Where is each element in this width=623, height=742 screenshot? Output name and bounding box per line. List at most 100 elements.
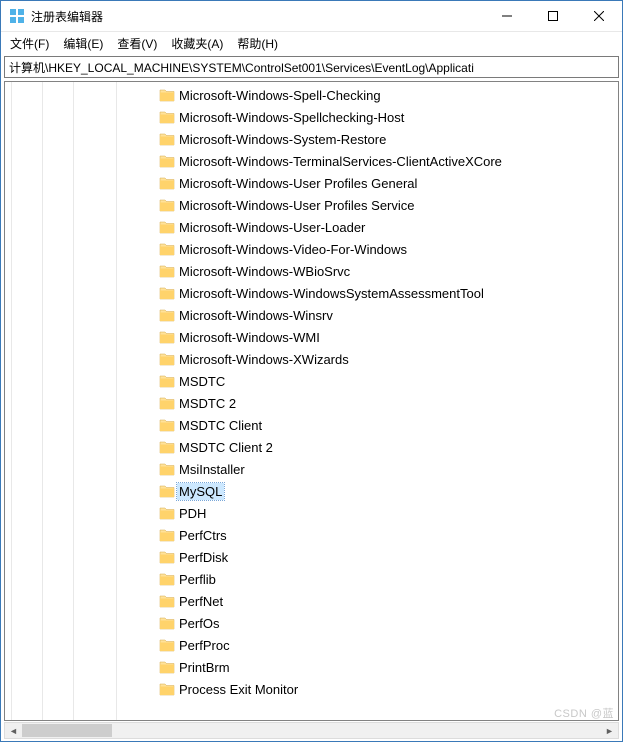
tree-item[interactable]: Microsoft-Windows-XWizards (157, 348, 618, 370)
tree-item[interactable]: MSDTC 2 (157, 392, 618, 414)
tree-item[interactable]: PerfCtrs (157, 524, 618, 546)
tree-item-label: MsiInstaller (177, 461, 247, 478)
tree-item[interactable]: MySQL (157, 480, 618, 502)
folder-icon (159, 660, 175, 674)
folder-icon (159, 198, 175, 212)
address-bar[interactable]: 计算机\HKEY_LOCAL_MACHINE\SYSTEM\ControlSet… (4, 56, 619, 78)
tree-item[interactable]: MSDTC Client 2 (157, 436, 618, 458)
tree-item-label: PerfOs (177, 615, 221, 632)
tree-item[interactable]: Microsoft-Windows-User-Loader (157, 216, 618, 238)
tree-item[interactable]: MSDTC (157, 370, 618, 392)
tree-item[interactable]: Microsoft-Windows-Spellchecking-Host (157, 106, 618, 128)
tree-item[interactable]: PerfDisk (157, 546, 618, 568)
tree-item-label: Microsoft-Windows-User-Loader (177, 219, 367, 236)
folder-icon (159, 418, 175, 432)
tree-item-label: Microsoft-Windows-User Profiles General (177, 175, 419, 192)
minimize-button[interactable] (484, 1, 530, 31)
tree-item-label: MSDTC 2 (177, 395, 238, 412)
tree-item[interactable]: PerfOs (157, 612, 618, 634)
tree-item-label: Microsoft-Windows-Spell-Checking (177, 87, 383, 104)
tree-item-label: PerfProc (177, 637, 232, 654)
tree-item[interactable]: Microsoft-Windows-User Profiles Service (157, 194, 618, 216)
tree-item-label: Microsoft-Windows-Video-For-Windows (177, 241, 409, 258)
tree-item-label: MySQL (177, 483, 224, 500)
folder-icon (159, 572, 175, 586)
menu-bar: 文件(F) 编辑(E) 查看(V) 收藏夹(A) 帮助(H) (1, 32, 622, 54)
tree-item[interactable]: Microsoft-Windows-Winsrv (157, 304, 618, 326)
tree-item[interactable]: Perflib (157, 568, 618, 590)
tree-item[interactable]: PerfProc (157, 634, 618, 656)
tree-item[interactable]: Microsoft-Windows-TerminalServices-Clien… (157, 150, 618, 172)
folder-icon (159, 308, 175, 322)
tree-item-label: MSDTC Client 2 (177, 439, 275, 456)
tree-item-label: Microsoft-Windows-Winsrv (177, 307, 335, 324)
window-controls (484, 1, 622, 31)
menu-edit[interactable]: 编辑(E) (56, 33, 110, 54)
tree-item[interactable]: Microsoft-Windows-WMI (157, 326, 618, 348)
app-icon (9, 8, 25, 24)
folder-icon (159, 550, 175, 564)
folder-icon (159, 462, 175, 476)
tree-item-label: Microsoft-Windows-User Profiles Service (177, 197, 417, 214)
folder-icon (159, 374, 175, 388)
tree-item-label: Perflib (177, 571, 218, 588)
scroll-track[interactable] (22, 723, 601, 738)
folder-icon (159, 220, 175, 234)
tree-item[interactable]: Process Exit Monitor (157, 678, 618, 700)
tree-item-label: Microsoft-Windows-TerminalServices-Clien… (177, 153, 504, 170)
menu-file[interactable]: 文件(F) (3, 33, 56, 54)
folder-icon (159, 352, 175, 366)
tree-item[interactable]: PDH (157, 502, 618, 524)
folder-icon (159, 396, 175, 410)
tree-item[interactable]: Microsoft-Windows-Video-For-Windows (157, 238, 618, 260)
tree-item-label: MSDTC Client (177, 417, 264, 434)
tree-item[interactable]: Microsoft-Windows-WBioSrvc (157, 260, 618, 282)
tree-item-label: Microsoft-Windows-Spellchecking-Host (177, 109, 406, 126)
folder-icon (159, 594, 175, 608)
window-title: 注册表编辑器 (31, 8, 484, 25)
folder-icon (159, 506, 175, 520)
menu-favorites[interactable]: 收藏夹(A) (164, 33, 230, 54)
tree-item[interactable]: PrintBrm (157, 656, 618, 678)
tree-item[interactable]: Microsoft-Windows-Spell-Checking (157, 84, 618, 106)
tree-items-container: Microsoft-Windows-Spell-Checking Microsof… (157, 82, 618, 720)
scroll-right-button[interactable]: ► (601, 723, 618, 738)
tree-item[interactable]: Microsoft-Windows-WindowsSystemAssessmen… (157, 282, 618, 304)
tree-item-label: Microsoft-Windows-WindowsSystemAssessmen… (177, 285, 486, 302)
scroll-left-button[interactable]: ◄ (5, 723, 22, 738)
menu-help[interactable]: 帮助(H) (230, 33, 285, 54)
close-button[interactable] (576, 1, 622, 31)
folder-icon (159, 154, 175, 168)
folder-icon (159, 88, 175, 102)
folder-icon (159, 528, 175, 542)
folder-icon (159, 286, 175, 300)
tree-item-label: PerfCtrs (177, 527, 229, 544)
folder-icon (159, 176, 175, 190)
tree-item-label: Microsoft-Windows-WBioSrvc (177, 263, 352, 280)
menu-view[interactable]: 查看(V) (110, 33, 164, 54)
folder-icon (159, 638, 175, 652)
tree-item-label: Microsoft-Windows-WMI (177, 329, 322, 346)
folder-icon (159, 242, 175, 256)
folder-icon (159, 264, 175, 278)
tree-item[interactable]: Microsoft-Windows-User Profiles General (157, 172, 618, 194)
tree-item[interactable]: MSDTC Client (157, 414, 618, 436)
tree-item-label: Microsoft-Windows-XWizards (177, 351, 351, 368)
folder-icon (159, 616, 175, 630)
folder-icon (159, 110, 175, 124)
tree-item[interactable]: PerfNet (157, 590, 618, 612)
tree-item[interactable]: Microsoft-Windows-System-Restore (157, 128, 618, 150)
tree-item-label: PerfDisk (177, 549, 230, 566)
maximize-button[interactable] (530, 1, 576, 31)
folder-icon (159, 330, 175, 344)
horizontal-scrollbar[interactable]: ◄ ► (4, 722, 619, 739)
tree-item-label: PerfNet (177, 593, 225, 610)
tree-item[interactable]: MsiInstaller (157, 458, 618, 480)
tree-panel: Microsoft-Windows-Spell-Checking Microsof… (4, 81, 619, 721)
scroll-thumb[interactable] (22, 724, 112, 737)
tree-item-label: PrintBrm (177, 659, 232, 676)
tree-item-label: PDH (177, 505, 208, 522)
title-bar: 注册表编辑器 (1, 1, 622, 32)
folder-icon (159, 484, 175, 498)
tree-item-label: Process Exit Monitor (177, 681, 300, 698)
